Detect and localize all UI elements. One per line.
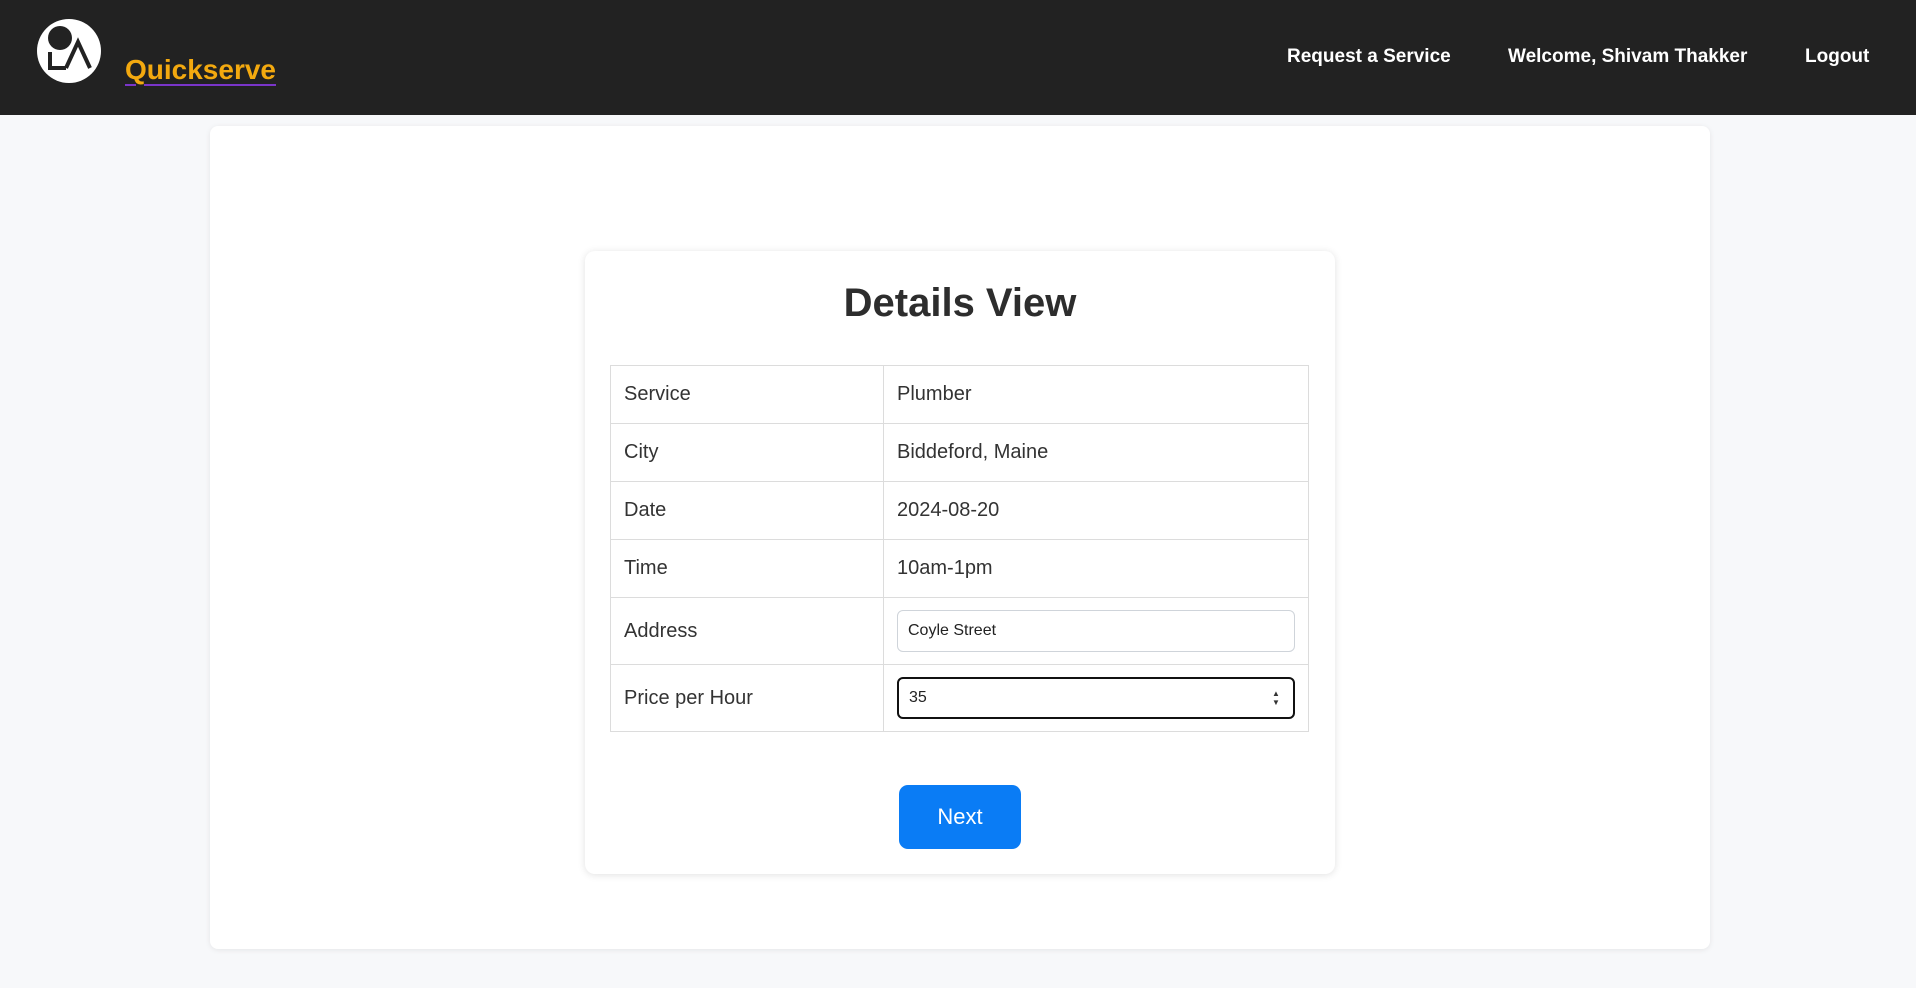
table-row: Price per Hour 35 ▲ ▼: [610, 664, 1309, 732]
page-title: Details View: [843, 281, 1077, 325]
row-value: Plumber: [883, 365, 1309, 424]
top-navbar: Quickserve Request a Service Welcome, Sh…: [0, 0, 1916, 115]
row-label: Date: [610, 481, 884, 540]
address-input[interactable]: Coyle Street: [897, 610, 1295, 652]
brand-link[interactable]: Quickserve: [125, 54, 276, 86]
table-row: City Biddeford, Maine: [610, 423, 1309, 482]
price-per-hour-input[interactable]: 35 ▲ ▼: [897, 677, 1295, 719]
row-value: Biddeford, Maine: [883, 423, 1309, 482]
nav-request-service[interactable]: Request a Service: [1287, 46, 1451, 68]
price-value: 35: [909, 689, 927, 706]
details-card: Details View Service Plumber City Biddef…: [585, 251, 1335, 874]
address-cell: Coyle Street: [883, 597, 1309, 665]
price-cell: 35 ▲ ▼: [883, 664, 1309, 732]
address-label: Address: [610, 597, 884, 665]
row-label: Service: [610, 365, 884, 424]
table-row: Address Coyle Street: [610, 597, 1309, 665]
logo-icon[interactable]: [36, 18, 102, 84]
row-label: City: [610, 423, 884, 482]
address-value: Coyle Street: [908, 622, 997, 639]
table-row: Date 2024-08-20: [610, 481, 1309, 540]
nav-welcome-user[interactable]: Welcome, Shivam Thakker: [1508, 46, 1747, 68]
table-row: Time 10am-1pm: [610, 539, 1309, 598]
number-spinner-icon[interactable]: ▲ ▼: [1269, 687, 1283, 709]
nav-logout[interactable]: Logout: [1805, 46, 1869, 68]
table-row: Service Plumber: [610, 365, 1309, 424]
row-value: 10am-1pm: [883, 539, 1309, 598]
price-label: Price per Hour: [610, 664, 884, 732]
details-table: Service Plumber City Biddeford, Maine Da…: [610, 365, 1309, 732]
next-button[interactable]: Next: [899, 785, 1021, 849]
row-label: Time: [610, 539, 884, 598]
row-value: 2024-08-20: [883, 481, 1309, 540]
